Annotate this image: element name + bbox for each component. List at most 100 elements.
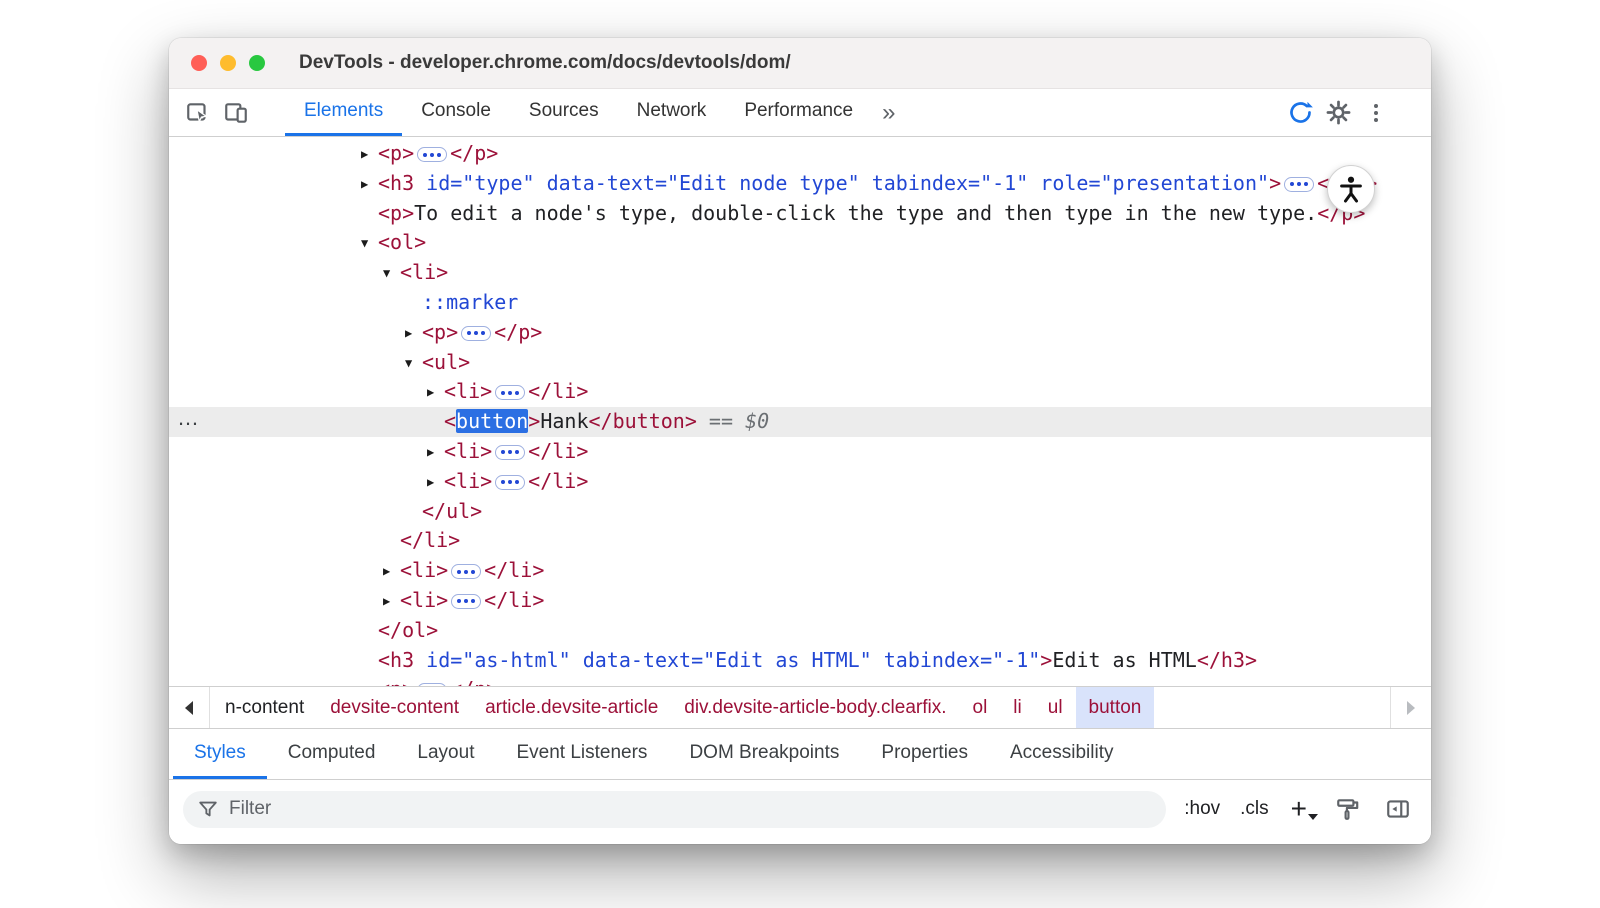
inline-expand-ellipsis-button[interactable] xyxy=(495,445,525,460)
token-tag: > xyxy=(528,409,540,433)
dom-tree-row[interactable]: ▶<p></p> xyxy=(169,318,1431,348)
breadcrumb-item-button[interactable]: button xyxy=(1076,687,1155,728)
expand-arrow-icon[interactable]: ▶ xyxy=(427,378,444,408)
dom-tree-row[interactable]: ▼<ul> xyxy=(169,348,1431,378)
inline-expand-ellipsis-button[interactable] xyxy=(451,564,481,579)
accessibility-person-icon xyxy=(1327,165,1375,213)
expand-arrow-icon[interactable]: ▶ xyxy=(361,140,378,170)
tab-performance[interactable]: Performance xyxy=(725,89,872,136)
dom-tree-row[interactable]: ▶<li></li> xyxy=(169,437,1431,467)
token-tag: <ol> xyxy=(378,230,426,254)
breadcrumb-item-devsite-content[interactable]: devsite-content xyxy=(317,687,472,728)
devtools-toolbar: ElementsConsoleSourcesNetworkPerformance… xyxy=(169,89,1431,137)
settings-gear-icon[interactable] xyxy=(1319,95,1357,131)
sidebar-tab-accessibility[interactable]: Accessibility xyxy=(989,729,1134,779)
inline-expand-ellipsis-button[interactable] xyxy=(1284,177,1314,192)
breadcrumb-item-ul[interactable]: ul xyxy=(1035,687,1076,728)
dom-tree-row[interactable]: ▶<li></li> xyxy=(169,467,1431,497)
dom-tree-row[interactable]: ▶<li></li> xyxy=(169,586,1431,616)
toggle-class-button[interactable]: .cls xyxy=(1238,798,1271,820)
dom-tree-row[interactable]: ▶<li></li> xyxy=(169,377,1431,407)
dom-tree-row[interactable]: </ul> xyxy=(169,497,1431,527)
expand-arrow-icon[interactable]: ▶ xyxy=(383,557,400,587)
tab-elements[interactable]: Elements xyxy=(285,89,402,136)
token-attr: id="type" xyxy=(414,171,534,195)
breadcrumb-item-n-content[interactable]: n-content xyxy=(212,687,317,728)
token-marker: ::marker xyxy=(422,290,518,314)
token-tag: </p> xyxy=(450,141,498,165)
breadcrumb-bar: n-contentdevsite-contentarticle.devsite-… xyxy=(169,686,1431,729)
more-tabs-button[interactable]: » xyxy=(872,89,905,136)
token-attr: data-text="Edit node type" xyxy=(535,171,860,195)
tab-console[interactable]: Console xyxy=(402,89,510,136)
expand-arrow-icon[interactable]: ▶ xyxy=(361,676,378,686)
expand-arrow-icon[interactable]: ▶ xyxy=(427,468,444,498)
toggle-hover-state-button[interactable]: :hov xyxy=(1182,798,1222,820)
inline-expand-ellipsis-button[interactable] xyxy=(495,385,525,400)
tab-sources[interactable]: Sources xyxy=(510,89,618,136)
gutter-more-icon[interactable]: … xyxy=(177,405,199,435)
expand-arrow-icon[interactable]: ▶ xyxy=(361,170,378,200)
inline-expand-ellipsis-button[interactable] xyxy=(417,147,447,162)
dom-tree-row[interactable]: </ol> xyxy=(169,616,1431,646)
sidebar-tab-computed[interactable]: Computed xyxy=(267,729,397,779)
new-style-rule-button[interactable]: + xyxy=(1287,795,1315,823)
token-attr: tabindex="-1" xyxy=(860,171,1029,195)
kebab-menu-icon[interactable] xyxy=(1357,95,1395,131)
plus-icon: + xyxy=(1291,793,1307,824)
minimize-button[interactable] xyxy=(220,55,236,71)
dom-tree-row[interactable]: </li> xyxy=(169,526,1431,556)
zoom-button[interactable] xyxy=(249,55,265,71)
dom-tree-row[interactable]: ▼<ol> xyxy=(169,228,1431,258)
dom-tree-row[interactable]: ::marker xyxy=(169,288,1431,318)
dom-tree-row[interactable]: ▶<p></p> xyxy=(169,675,1431,686)
collapse-arrow-icon[interactable]: ▼ xyxy=(383,259,400,289)
breadcrumb: n-contentdevsite-contentarticle.devsite-… xyxy=(210,687,1390,728)
toggle-sidebar-icon[interactable] xyxy=(1381,796,1415,822)
dom-tree-row[interactable]: ▼<li> xyxy=(169,258,1431,288)
refresh-icon[interactable] xyxy=(1281,95,1319,131)
dropdown-caret-icon xyxy=(1308,814,1318,820)
collapse-arrow-icon[interactable]: ▼ xyxy=(405,349,422,379)
breadcrumb-scroll-left-button[interactable] xyxy=(169,687,210,728)
expand-arrow-icon[interactable]: ▶ xyxy=(427,438,444,468)
token-tag: </h3> xyxy=(1197,648,1257,672)
dom-tree-row[interactable]: ▶<h3 id="type" data-text="Edit node type… xyxy=(169,169,1431,199)
inline-expand-ellipsis-button[interactable] xyxy=(417,683,447,686)
dom-tree-row-selected[interactable]: <button>Hank</button> == $0 xyxy=(169,407,1431,437)
inline-expand-ellipsis-button[interactable] xyxy=(451,594,481,609)
sidebar-tab-bar: StylesComputedLayoutEvent ListenersDOM B… xyxy=(169,729,1431,780)
devtools-window: DevTools - developer.chrome.com/docs/dev… xyxy=(169,38,1431,844)
expand-arrow-icon[interactable]: ▶ xyxy=(383,587,400,617)
inspect-element-icon[interactable] xyxy=(179,95,217,131)
breadcrumb-item-div-devsite-article-body-clearfix-[interactable]: div.devsite-article-body.clearfix. xyxy=(671,687,959,728)
token-tag: </p> xyxy=(450,677,498,686)
toolbar-spacer xyxy=(905,89,1281,136)
sidebar-tab-properties[interactable]: Properties xyxy=(860,729,989,779)
breadcrumb-item-ol[interactable]: ol xyxy=(960,687,1001,728)
sidebar-tab-layout[interactable]: Layout xyxy=(396,729,495,779)
breadcrumb-item-article-devsite-article[interactable]: article.devsite-article xyxy=(472,687,671,728)
dom-tree-row[interactable]: <h3 id="as-html" data-text="Edit as HTML… xyxy=(169,646,1431,676)
inline-expand-ellipsis-button[interactable] xyxy=(495,475,525,490)
inline-expand-ellipsis-button[interactable] xyxy=(461,326,491,341)
token-attr: tabindex="-1" xyxy=(872,648,1041,672)
close-button[interactable] xyxy=(191,55,207,71)
dom-tree-row[interactable]: <p>To edit a node's type, double-click t… xyxy=(169,199,1431,229)
collapse-arrow-icon[interactable]: ▼ xyxy=(361,229,378,259)
filter-input[interactable]: Filter xyxy=(183,791,1166,828)
token-tag: <li> xyxy=(444,469,492,493)
sidebar-tab-styles[interactable]: Styles xyxy=(173,729,267,779)
dom-tree-row[interactable]: ▶<li></li> xyxy=(169,556,1431,586)
tab-network[interactable]: Network xyxy=(618,89,726,136)
token-tag: <p> xyxy=(378,141,414,165)
expand-arrow-icon[interactable]: ▶ xyxy=(405,319,422,349)
device-toolbar-icon[interactable] xyxy=(217,95,255,131)
breadcrumb-scroll-right-button[interactable] xyxy=(1390,687,1431,728)
rendering-brush-icon[interactable] xyxy=(1331,796,1365,822)
titlebar[interactable]: DevTools - developer.chrome.com/docs/dev… xyxy=(169,38,1431,89)
dom-tree-row[interactable]: ▶<p> </p> xyxy=(169,139,1431,169)
sidebar-tab-event-listeners[interactable]: Event Listeners xyxy=(495,729,668,779)
sidebar-tab-dom-breakpoints[interactable]: DOM Breakpoints xyxy=(668,729,860,779)
breadcrumb-item-li[interactable]: li xyxy=(1000,687,1034,728)
